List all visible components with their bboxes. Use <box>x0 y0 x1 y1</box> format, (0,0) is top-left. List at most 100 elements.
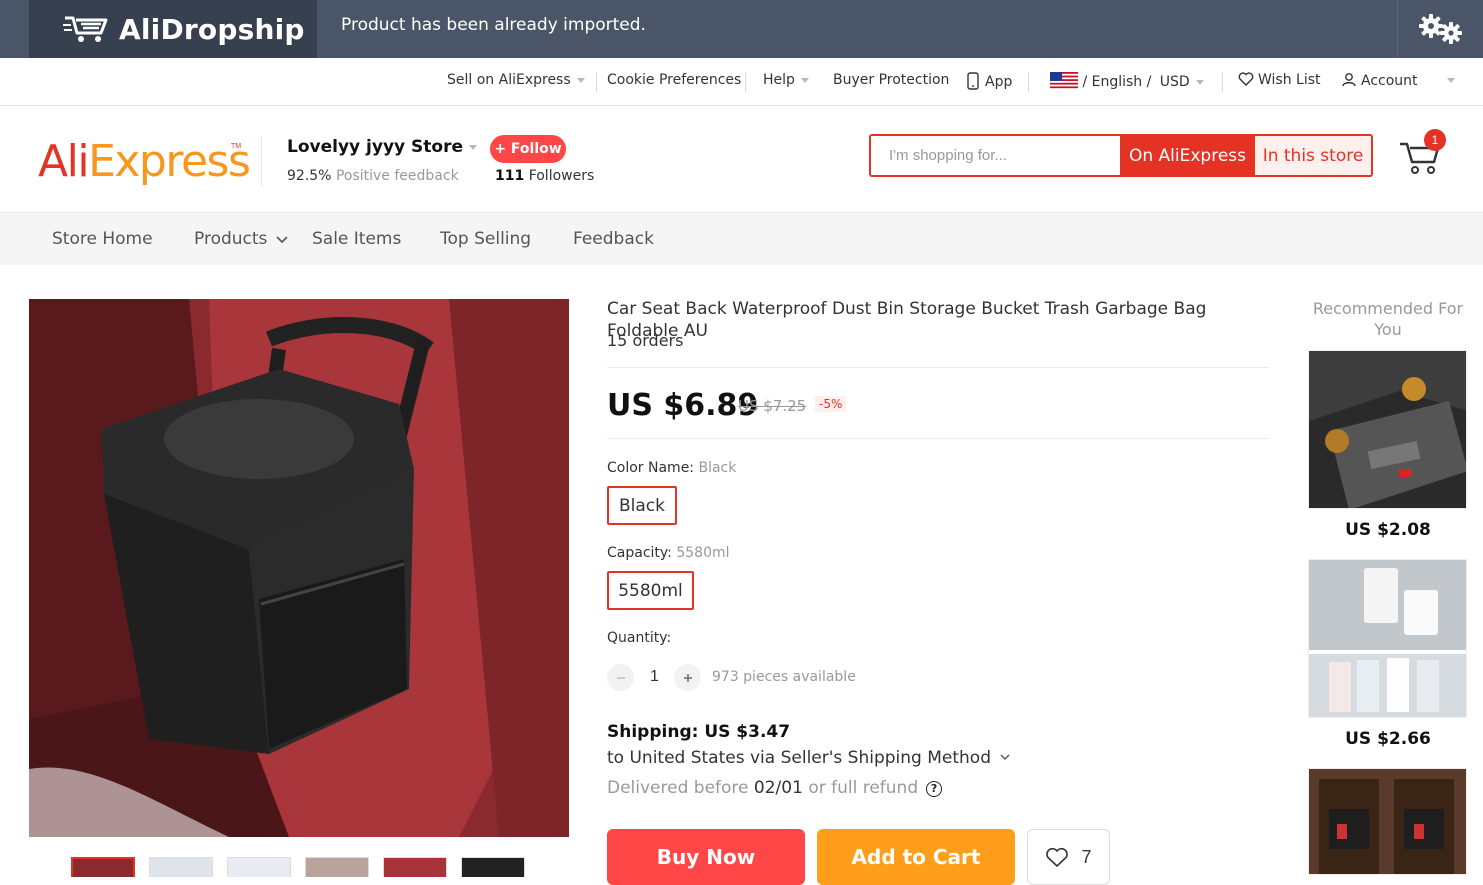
orders-count: 15 orders <box>607 331 684 350</box>
feedback-percent: 92.5% <box>287 168 332 184</box>
cart-count-badge: 1 <box>1424 129 1446 151</box>
sell-on-aliexpress-link[interactable]: Sell on AliExpress <box>447 72 585 88</box>
store-nav: Store Home Products Sale Items Top Selli… <box>0 212 1483 265</box>
product-main-image[interactable] <box>29 299 569 837</box>
minus-icon <box>616 676 625 679</box>
nav-top-selling[interactable]: Top Selling <box>440 229 531 249</box>
search-on-aliexpress-button[interactable]: On AliExpress <box>1120 136 1255 175</box>
caret-down-icon <box>800 77 809 83</box>
app-label: App <box>985 74 1013 90</box>
current-price: US $6.89 <box>607 388 759 423</box>
buyer-protection-link[interactable]: Buyer Protection <box>833 72 949 88</box>
capacity-selected-value: 5580ml <box>676 545 730 561</box>
cookie-preferences-link[interactable]: Cookie Preferences <box>607 72 741 88</box>
color-selected-value: Black <box>698 460 737 476</box>
discount-badge: -5% <box>815 396 847 412</box>
product-photo <box>29 299 569 837</box>
sell-label: Sell on AliExpress <box>447 72 571 88</box>
delivery-estimate: Delivered before 02/01 or full refund? <box>607 778 943 798</box>
capacity-label-text: Capacity: <box>607 545 672 561</box>
product-title: Car Seat Back Waterproof Dust Bin Storag… <box>607 299 1207 341</box>
import-status-message: Product has been already imported. <box>341 15 646 35</box>
shipping-method-selector[interactable]: to United States via Seller's Shipping M… <box>607 748 1010 768</box>
divider <box>596 72 597 92</box>
search-in-store-button[interactable]: In this store <box>1255 136 1371 175</box>
wishlist-count: 7 <box>1081 846 1092 867</box>
phone-icon <box>967 72 979 90</box>
nav-sale-items[interactable]: Sale Items <box>312 229 401 249</box>
quantity-decrease-button[interactable] <box>607 664 634 691</box>
account-menu[interactable]: Account <box>1342 72 1418 89</box>
alidropship-bar: AliDropship Product has been already imp… <box>0 0 1483 58</box>
user-icon <box>1342 73 1356 87</box>
follow-button[interactable]: + Follow <box>490 135 566 163</box>
gears-icon <box>1418 14 1462 44</box>
caret-down-icon <box>1447 77 1455 83</box>
nav-products[interactable]: Products <box>194 229 288 249</box>
add-to-wishlist-button[interactable]: 7 <box>1027 829 1110 885</box>
thumbnail-2[interactable] <box>149 857 213 877</box>
caret-down-icon <box>1195 79 1204 85</box>
thumbnail-5[interactable] <box>383 857 447 877</box>
add-to-cart-button[interactable]: Add to Cart <box>817 829 1015 885</box>
divider <box>607 438 1269 439</box>
recommended-item-image[interactable] <box>1308 559 1467 718</box>
wish-list-label: Wish List <box>1258 72 1321 88</box>
color-label-text: Color Name: <box>607 460 695 476</box>
capacity-option-5580ml[interactable]: 5580ml <box>607 571 694 610</box>
divider <box>607 367 1269 368</box>
thumbnail-3[interactable] <box>227 857 291 877</box>
divider <box>261 136 262 186</box>
store-feedback: 92.5% Positive feedback <box>287 168 459 184</box>
feedback-label: Positive feedback <box>335 168 459 184</box>
chevron-down-icon <box>1000 754 1010 760</box>
account-dropdown-toggle[interactable] <box>1441 72 1455 88</box>
settings-button[interactable] <box>1397 0 1483 58</box>
divider <box>1222 72 1223 92</box>
quantity-value[interactable]: 1 <box>650 668 659 686</box>
alidropship-brand: AliDropship <box>119 12 305 46</box>
thumbnail-4[interactable] <box>305 857 369 877</box>
recommended-photo <box>1309 351 1466 508</box>
followers-label: Followers <box>528 168 595 184</box>
app-link[interactable]: App <box>967 72 1012 90</box>
store-name-label: Lovelyy jyyy Store <box>287 137 463 157</box>
help-menu[interactable]: Help <box>763 72 809 88</box>
wish-list-link[interactable]: Wish List <box>1238 72 1321 88</box>
heart-icon <box>1046 847 1069 867</box>
original-price: US $7.25 <box>738 397 807 415</box>
shipping-method-text: to United States via Seller's Shipping M… <box>607 748 991 768</box>
recommended-item-price: US $2.08 <box>1345 520 1431 540</box>
recommended-item-image[interactable] <box>1308 350 1467 509</box>
plus-icon <box>683 673 692 682</box>
buy-now-button[interactable]: Buy Now <box>607 829 805 885</box>
refund-text: or full refund <box>808 778 919 798</box>
followers-count: 111 Followers <box>495 168 594 184</box>
recommended-photo <box>1309 560 1466 717</box>
chevron-down-icon <box>276 236 288 244</box>
search-bar: On AliExpress In this store <box>869 134 1373 177</box>
store-name[interactable]: Lovelyy jyyy Store <box>287 137 477 157</box>
nav-store-home[interactable]: Store Home <box>52 229 153 249</box>
currency-label: USD <box>1159 74 1190 90</box>
recommended-item-image[interactable] <box>1308 768 1467 875</box>
heart-icon <box>1238 72 1254 86</box>
alidropship-logo[interactable]: AliDropship <box>29 0 317 58</box>
help-question-icon[interactable]: ? <box>926 781 943 797</box>
us-flag-icon <box>1050 72 1078 89</box>
quantity-increase-button[interactable] <box>674 664 701 691</box>
utility-nav: Sell on AliExpress Cookie Preferences He… <box>0 58 1483 106</box>
logo-part-ali: Ali <box>38 136 90 187</box>
nav-products-label: Products <box>194 229 268 249</box>
cart-truck-icon <box>63 16 108 42</box>
aliexpress-logo[interactable]: AliExpress <box>38 136 251 187</box>
nav-feedback[interactable]: Feedback <box>573 229 654 249</box>
search-input[interactable] <box>871 136 1120 175</box>
help-label: Help <box>763 72 795 88</box>
divider <box>1028 72 1029 92</box>
color-option-black[interactable]: Black <box>607 486 677 525</box>
delivered-before-text: Delivered before <box>607 778 749 798</box>
language-currency-selector[interactable]: / English / USD <box>1050 72 1204 90</box>
thumbnail-1[interactable] <box>71 857 135 877</box>
thumbnail-6[interactable] <box>461 857 525 877</box>
